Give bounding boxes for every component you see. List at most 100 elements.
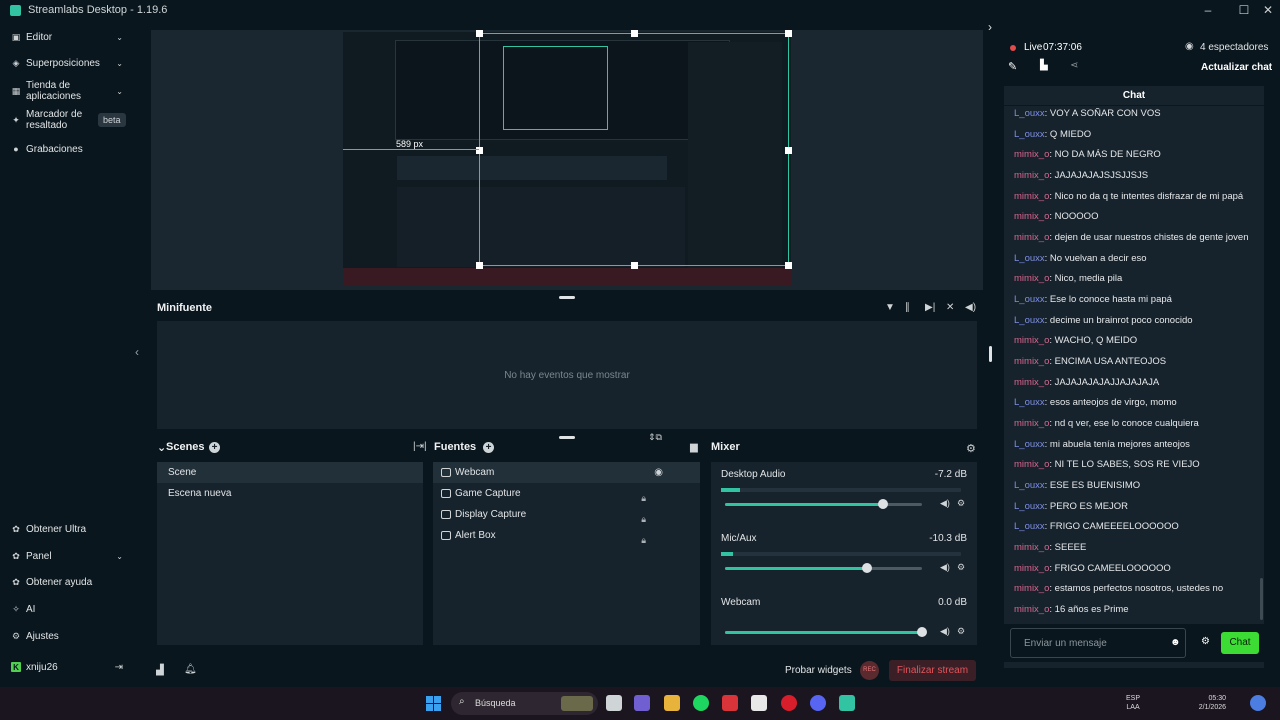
speaker-icon[interactable]: ◀): [940, 498, 950, 509]
user-profile[interactable]: K xniju26 ⇥: [0, 661, 136, 673]
splitter-handle[interactable]: [989, 346, 992, 362]
chat-scrollbar[interactable]: [1260, 578, 1263, 620]
chat-username[interactable]: L_ouxx: [1014, 501, 1045, 512]
add-source-button[interactable]: +: [483, 442, 494, 453]
scene-item[interactable]: Scene: [157, 462, 423, 483]
microsoft-store-icon[interactable]: [751, 695, 767, 711]
chat-username[interactable]: L_ouxx: [1014, 397, 1045, 408]
chat-username[interactable]: L_ouxx: [1014, 439, 1045, 450]
gear-icon[interactable]: ⚙: [957, 626, 965, 637]
clip-icon[interactable]: ▙: [1040, 60, 1048, 71]
refresh-chat-button[interactable]: Actualizar chat: [1201, 62, 1272, 73]
chat-username[interactable]: mimix_o: [1014, 418, 1049, 429]
share-icon[interactable]: ⋖: [1070, 60, 1078, 71]
file-explorer-icon[interactable]: [664, 695, 680, 711]
app-icon[interactable]: [722, 695, 738, 711]
chat-username[interactable]: mimix_o: [1014, 232, 1049, 243]
taskbar-search[interactable]: ⌕ Búsqueda: [451, 692, 598, 715]
discord-icon[interactable]: [810, 695, 826, 711]
sidebar-item-app-store[interactable]: ▦ Tienda de aplicaciones ⌄: [0, 80, 136, 102]
stats-icon[interactable]: ▟: [156, 665, 164, 676]
spotify-icon[interactable]: [693, 695, 709, 711]
add-scene-button[interactable]: +: [209, 442, 220, 453]
chat-username[interactable]: mimix_o: [1014, 211, 1049, 222]
sidebar-item-help[interactable]: ✿ Obtener ayuda: [0, 576, 136, 588]
chat-username[interactable]: mimix_o: [1014, 335, 1049, 346]
chat-username[interactable]: L_ouxx: [1014, 480, 1045, 491]
source-item-game-capture[interactable]: Game Capture 🔒︎: [433, 483, 700, 504]
collapse-chat-icon[interactable]: ›: [988, 20, 992, 34]
collapse-left-handle[interactable]: ‹: [135, 345, 139, 359]
lock-icon[interactable]: 🔒︎: [641, 530, 646, 551]
source-item-webcam[interactable]: Webcam ◉: [433, 462, 700, 483]
gear-icon[interactable]: ⚙: [957, 562, 965, 573]
source-item-display-capture[interactable]: Display Capture 🔒︎: [433, 504, 700, 525]
chat-username[interactable]: mimix_o: [1014, 459, 1049, 470]
chat-username[interactable]: mimix_o: [1014, 170, 1049, 181]
stream-preview[interactable]: 589 px: [151, 30, 983, 290]
chat-username[interactable]: mimix_o: [1014, 583, 1049, 594]
transition-icon[interactable]: |⇥|: [413, 441, 427, 452]
language-indicator[interactable]: ESP LAA: [1126, 694, 1140, 712]
scenes-collapse-icon[interactable]: ⌄: [157, 441, 166, 454]
volume-slider[interactable]: [725, 563, 922, 573]
gear-icon[interactable]: ⚙: [957, 498, 965, 509]
edit-icon[interactable]: ✎: [1008, 60, 1017, 73]
source-item-alert-box[interactable]: Alert Box 🔒︎: [433, 525, 700, 546]
sidebar-item-get-ultra[interactable]: ✿ Obtener Ultra: [0, 523, 136, 535]
mute-alerts-icon[interactable]: ✕: [946, 302, 954, 313]
record-button[interactable]: REC: [860, 661, 879, 680]
chat-username[interactable]: L_ouxx: [1014, 129, 1045, 140]
chat-username[interactable]: L_ouxx: [1014, 315, 1045, 326]
mixer-settings-icon[interactable]: ⚙: [966, 442, 976, 455]
sidebar-item-editor[interactable]: ▣ Editor ⌄: [0, 31, 136, 43]
chat-send-button[interactable]: Chat: [1221, 632, 1259, 654]
source-tools-icon[interactable]: ⇕⧉: [648, 432, 662, 443]
volume-slider[interactable]: [725, 499, 922, 509]
chat-username[interactable]: L_ouxx: [1014, 108, 1045, 119]
app-icon[interactable]: [634, 695, 650, 711]
chat-username[interactable]: mimix_o: [1014, 149, 1049, 160]
sidebar-item-ai[interactable]: ✧ AI: [0, 603, 136, 615]
resize-handle[interactable]: [559, 436, 575, 439]
chat-username[interactable]: mimix_o: [1014, 377, 1049, 388]
windows-start-icon[interactable]: [426, 696, 441, 711]
resize-handle[interactable]: [559, 296, 575, 299]
sidebar-item-recordings[interactable]: ● Grabaciones: [0, 143, 136, 155]
sidebar-item-panel[interactable]: ✿ Panel ⌄: [0, 550, 136, 562]
chat-username[interactable]: mimix_o: [1014, 356, 1049, 367]
chat-username[interactable]: L_ouxx: [1014, 521, 1045, 532]
end-stream-button[interactable]: Finalizar stream: [889, 660, 976, 681]
close-button[interactable]: ✕: [1256, 2, 1280, 18]
pause-icon[interactable]: ∥: [905, 302, 910, 313]
chat-username[interactable]: mimix_o: [1014, 542, 1049, 553]
filter-icon[interactable]: ▼: [885, 302, 895, 313]
chat-username[interactable]: L_ouxx: [1014, 294, 1045, 305]
chat-username[interactable]: mimix_o: [1014, 563, 1049, 574]
speaker-icon[interactable]: ◀): [940, 626, 950, 637]
sidebar-item-overlays[interactable]: ◈ Superposiciones ⌄: [0, 57, 136, 69]
skip-icon[interactable]: ▶|: [925, 302, 935, 313]
chat-settings-icon[interactable]: ⚙: [1201, 636, 1210, 647]
maximize-button[interactable]: ☐: [1232, 2, 1256, 18]
scene-item[interactable]: Escena nueva: [157, 483, 423, 504]
chat-input[interactable]: Enviar un mensaje ☻: [1010, 628, 1186, 658]
logout-icon[interactable]: ⇥: [115, 662, 123, 673]
chat-username[interactable]: mimix_o: [1014, 604, 1049, 615]
emoji-icon[interactable]: ☻: [1170, 637, 1181, 648]
clock[interactable]: 05:30 2/1/2026: [1198, 694, 1226, 712]
selection-box[interactable]: [476, 30, 792, 269]
folder-icon[interactable]: ▆: [690, 442, 698, 453]
visibility-icon[interactable]: ◉: [654, 462, 663, 483]
streamlabs-taskbar-icon[interactable]: [839, 695, 855, 711]
test-widgets-button[interactable]: Probar widgets: [785, 665, 852, 676]
copilot-icon[interactable]: [1250, 695, 1266, 711]
sidebar-item-settings[interactable]: ⚙ Ajustes: [0, 630, 136, 642]
volume-slider[interactable]: [725, 627, 927, 637]
chat-username[interactable]: mimix_o: [1014, 191, 1049, 202]
chat-username[interactable]: L_ouxx: [1014, 253, 1045, 264]
sidebar-item-highlighter[interactable]: ✦ Marcador de resaltado beta: [0, 109, 136, 131]
speaker-icon[interactable]: ◀): [940, 562, 950, 573]
minimize-button[interactable]: –: [1196, 2, 1220, 18]
notifications-icon[interactable]: 🔔︎: [184, 664, 197, 675]
